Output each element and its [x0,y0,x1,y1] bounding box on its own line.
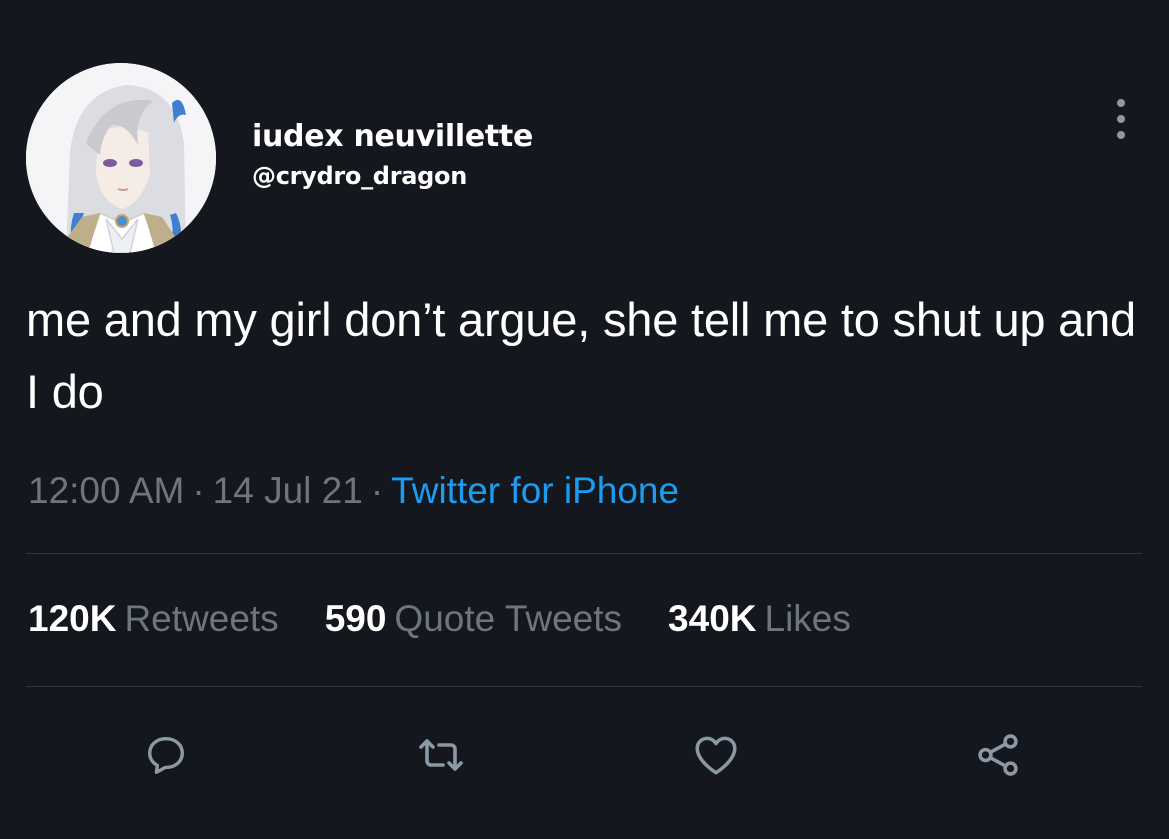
display-name[interactable]: iudex neuvillette [252,119,533,154]
quote-tweets-label: Quote Tweets [394,598,623,639]
likes-count: 340K [668,598,757,639]
avatar[interactable] [26,63,216,253]
quote-tweets-count: 590 [324,598,387,639]
tweet-stats: 120K Retweets 590 Quote Tweets 340K Likes [28,598,851,640]
more-dot [1117,115,1125,123]
divider [26,553,1142,554]
tweet-source-link[interactable]: Twitter for iPhone [391,470,679,511]
heart-icon [695,736,737,775]
share-button[interactable] [968,725,1028,785]
tweet-meta: 12:00 AM · 14 Jul 21 · Twitter for iPhone [28,470,679,512]
more-dot [1117,99,1125,107]
retweet-icon [419,739,463,771]
tweet-date[interactable]: 14 Jul 21 [213,470,363,511]
more-vertical-icon[interactable] [1106,97,1136,141]
retweets-count: 120K [28,598,117,639]
retweets-label: Retweets [124,598,279,639]
tweet-text: me and my girl don’t argue, she tell me … [26,293,1136,418]
retweet-button[interactable] [411,725,471,785]
more-dot [1117,131,1125,139]
user-handle[interactable]: @crydro_dragon [252,162,467,190]
tweet-time: 12:00 AM [28,470,185,511]
quote-tweets-stat[interactable]: 590 Quote Tweets [325,598,622,640]
share-icon [978,734,1018,776]
meta-separator: · [192,470,205,511]
reply-icon [147,736,185,774]
likes-stat[interactable]: 340K Likes [668,598,851,640]
action-bar [0,725,1169,785]
tweet-screen: iudex neuvillette @crydro_dragon me and … [0,0,1169,839]
reply-button[interactable] [136,725,196,785]
likes-label: Likes [764,598,851,639]
like-button[interactable] [686,725,746,785]
divider [26,686,1142,687]
retweets-stat[interactable]: 120K Retweets [28,598,279,640]
meta-separator: · [370,470,384,511]
avatar-portrait-icon [26,63,216,253]
